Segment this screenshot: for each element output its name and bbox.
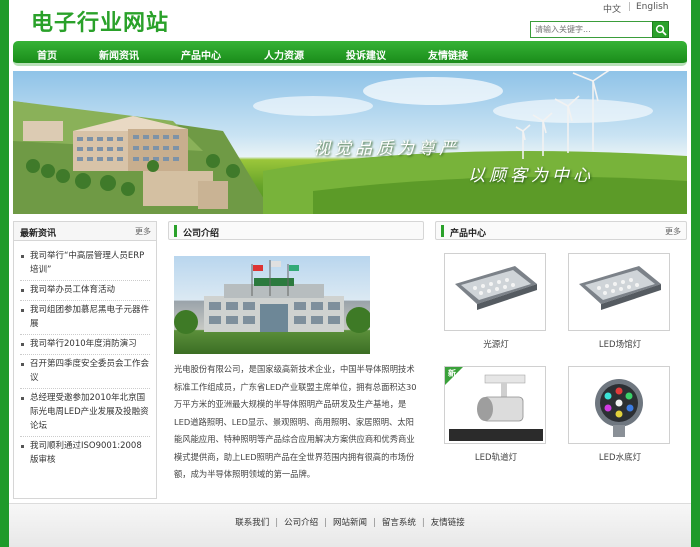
bullet-icon (21, 397, 24, 400)
product-card[interactable]: 光源灯 (444, 253, 548, 350)
new-badge: 新 (448, 369, 456, 378)
footer: 联系我们 | 公司介绍 | 网站新闻 | 留言系统 | 友情链接 (9, 503, 691, 547)
footer-link-friends[interactable]: 友情链接 (431, 518, 465, 528)
product-name[interactable]: LED水底灯 (568, 451, 672, 463)
news-item[interactable]: 我司顺利通过ISO9001:2008版审核 (20, 437, 150, 470)
page-container: 电子行业网站 中文 | English 首页 新闻资讯 产品中心 人力资源 投诉… (9, 0, 691, 547)
news-more-link[interactable]: 更多 (135, 226, 151, 237)
main-nav: 首页 新闻资讯 产品中心 人力资源 投诉建议 友情链接 (13, 41, 687, 66)
products-panel: 产品中心 更多 光源灯 LED场馆灯 新 LED轨道灯 LED水底灯 (435, 221, 687, 463)
footer-link-contact[interactable]: 联系我们 (235, 518, 269, 528)
news-item[interactable]: 总经理受邀参加2010年北京国际光电周LED产业发展及投融资论坛 (20, 389, 150, 437)
news-item[interactable]: 我司组团参加慕尼黑电子元器件展 (20, 301, 150, 335)
track-light-icon (445, 367, 543, 441)
banner-slogan-2: 以顾客为中心 (468, 166, 594, 186)
lang-chinese-link[interactable]: 中文 (603, 2, 621, 15)
company-panel-title: 公司介绍 (183, 229, 220, 239)
product-image[interactable] (444, 253, 546, 331)
news-item[interactable]: 我司举行2010年度消防演习 (20, 335, 150, 355)
products-panel-title: 产品中心 (450, 229, 487, 239)
news-panel: 最新资讯 更多 我司举行“中高层管理人员ERP培训” 我司举办员工体育活动 我司… (13, 221, 157, 499)
nav-item-complaints[interactable]: 投诉建议 (346, 47, 386, 62)
nav-item-products[interactable]: 产品中心 (181, 47, 221, 62)
banner-slogan-1: 视觉品质为尊严 (313, 139, 460, 159)
bullet-icon (21, 363, 24, 366)
site-logo-title[interactable]: 电子行业网站 (31, 5, 169, 37)
bullet-icon (21, 255, 24, 258)
nav-item-hr[interactable]: 人力资源 (264, 47, 304, 62)
products-more-link[interactable]: 更多 (665, 226, 681, 237)
bullet-icon (21, 343, 24, 346)
products-panel-header: 产品中心 更多 (435, 221, 687, 240)
product-image[interactable] (568, 253, 670, 331)
product-name[interactable]: LED场馆灯 (568, 338, 672, 350)
bullet-icon (21, 445, 24, 448)
lang-separator: | (628, 2, 632, 12)
product-name[interactable]: LED轨道灯 (444, 451, 548, 463)
search-icon (655, 24, 667, 36)
hero-banner: 视觉品质为尊严 以顾客为中心 (13, 71, 687, 214)
company-panel: 公司介绍 光电股份有限公司，是国家级高新技术企业，中国半导体照明技术标准工作组成… (168, 221, 424, 479)
underwater-light-icon (595, 379, 643, 437)
nav-item-links[interactable]: 友情链接 (428, 47, 468, 62)
lang-english-link[interactable]: English (636, 2, 669, 12)
bullet-icon (21, 309, 24, 312)
company-intro-text: 光电股份有限公司，是国家级高新技术企业，中国半导体照明技术标准工作组成员，广东省… (174, 364, 417, 479)
bullet-icon (21, 289, 24, 292)
stadium-light-icon (579, 266, 661, 310)
company-panel-header: 公司介绍 (168, 221, 424, 240)
news-item[interactable]: 我司举办员工体育活动 (20, 281, 150, 301)
nav-item-news[interactable]: 新闻资讯 (99, 47, 139, 62)
section-marker (174, 225, 177, 237)
news-list: 我司举行“中高层管理人员ERP培训” 我司举办员工体育活动 我司组团参加慕尼黑电… (14, 241, 156, 470)
product-name[interactable]: 光源灯 (444, 338, 548, 350)
product-image[interactable]: 新 (444, 366, 546, 444)
building-illustration (174, 260, 370, 334)
footer-link-guestbook[interactable]: 留言系统 (382, 518, 416, 528)
product-card[interactable]: LED场馆灯 (568, 253, 672, 350)
product-card[interactable]: LED水底灯 (568, 366, 672, 463)
company-building-image (174, 256, 370, 354)
search-input[interactable] (530, 21, 656, 38)
news-item[interactable]: 召开第四季度安全委员会工作会议 (20, 355, 150, 389)
street-light-icon (455, 266, 537, 310)
footer-links: 联系我们 | 公司介绍 | 网站新闻 | 留言系统 | 友情链接 (235, 518, 465, 528)
product-card[interactable]: 新 LED轨道灯 (444, 366, 548, 463)
product-image[interactable] (568, 366, 670, 444)
search-button[interactable] (652, 21, 669, 38)
footer-link-about[interactable]: 公司介绍 (284, 518, 318, 528)
news-item[interactable]: 我司举行“中高层管理人员ERP培训” (20, 247, 150, 281)
nav-item-home[interactable]: 首页 (37, 47, 57, 62)
footer-link-news[interactable]: 网站新闻 (333, 518, 367, 528)
news-panel-title: 最新资讯 (20, 229, 57, 239)
news-panel-header: 最新资讯 更多 (14, 222, 156, 241)
section-marker (441, 225, 444, 237)
